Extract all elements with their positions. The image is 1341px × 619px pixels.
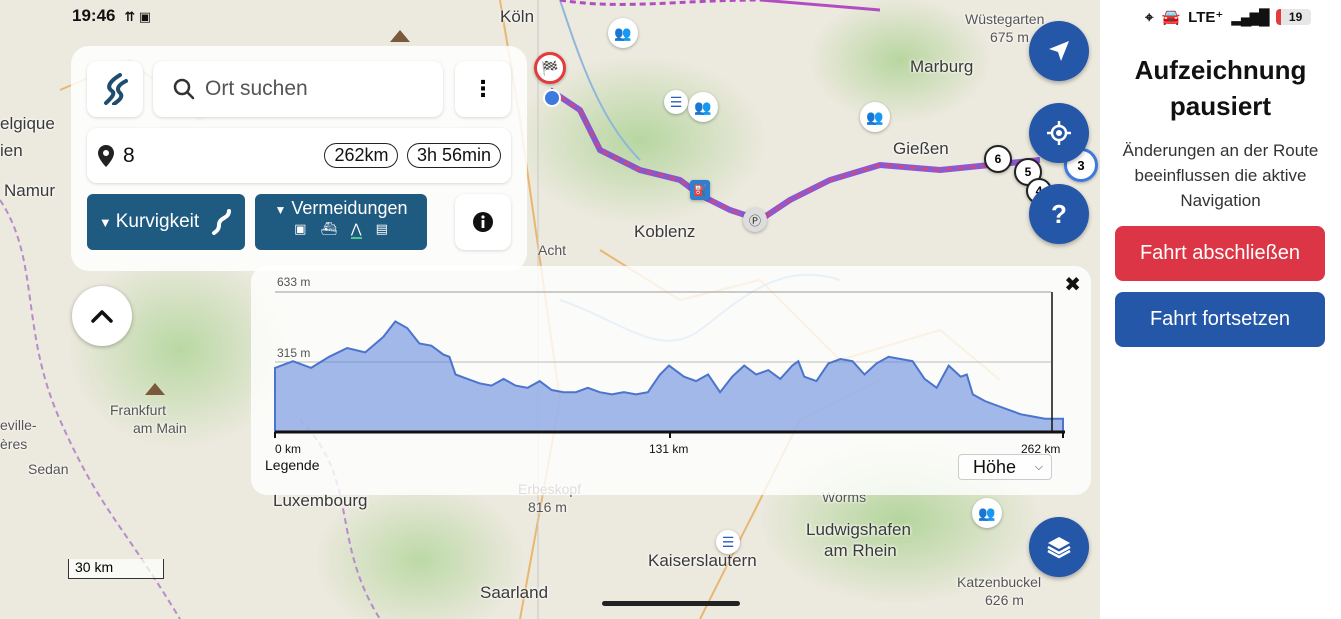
distance-badge: 262km <box>324 143 399 168</box>
elevation-profile-panel: ✖ 633 m 315 m 0 km 131 km 262 km Legende… <box>251 266 1091 495</box>
battery-indicator: 19 <box>1275 9 1311 25</box>
clock: 19:46 <box>72 6 116 25</box>
recording-status-description: Änderungen an der Route beeinflussen die… <box>1122 141 1319 210</box>
map-label: Frankfurt <box>110 402 167 418</box>
map-label: 626 m <box>985 592 1024 608</box>
navigate-button[interactable] <box>1029 21 1089 81</box>
question-icon: ? <box>1051 198 1067 229</box>
map-label: Namur <box>4 181 56 200</box>
poi-group-icon[interactable]: 👥 <box>972 498 1002 528</box>
curviness-label: Kurvigkeit <box>115 211 200 232</box>
location-icon: ⌖ <box>1145 8 1154 26</box>
app-logo-button[interactable] <box>87 61 143 117</box>
map-label: Kaiserslautern <box>648 551 757 570</box>
road-logo-icon <box>104 73 128 105</box>
continue-ride-button[interactable]: Fahrt fortsetzen <box>1115 292 1325 347</box>
route-summary[interactable]: 8 262km 3h 56min <box>87 128 511 183</box>
more-vert-icon: ⋮ <box>472 76 494 101</box>
unpaved-icon: ▤ <box>375 221 388 236</box>
map-label: Saarland <box>480 583 549 602</box>
recording-status-title: Aufzeichnung pausiert <box>1134 55 1307 121</box>
caret-down-icon: ▼ <box>98 214 112 230</box>
network-type: LTE⁺ <box>1188 9 1224 26</box>
help-button[interactable]: ? <box>1029 184 1089 244</box>
map-label: Koblenz <box>634 222 696 241</box>
legend-label[interactable]: Legende <box>265 457 320 473</box>
map-label: Wüstegarten <box>965 11 1045 27</box>
map-label: am Main <box>133 420 187 436</box>
curvy-road-icon <box>212 209 232 235</box>
status-bar-right: ⌖ 🚘 LTE⁺ ▂▄▆█ 19 <box>1145 8 1311 26</box>
map-label: elgique <box>0 114 55 133</box>
collapse-panel-button[interactable] <box>72 286 132 346</box>
home-indicator <box>602 601 740 606</box>
signal-icon: ▂▄▆█ <box>1231 9 1269 26</box>
recording-sidebar: ⌖ 🚘 LTE⁺ ▂▄▆█ 19 Aufzeichnung pausiert Ä… <box>1100 0 1341 619</box>
poi-group-icon[interactable]: 👥 <box>608 18 638 48</box>
avoidances-label: Vermeidungen <box>291 198 408 218</box>
map-label: ères <box>0 436 28 452</box>
map-label: 816 m <box>528 499 567 515</box>
search-placeholder: Ort suchen <box>205 77 308 100</box>
curviness-button[interactable]: ▼ Kurvigkeit <box>87 194 245 250</box>
x-axis-mid-label: 131 km <box>649 442 689 456</box>
search-icon <box>173 78 195 100</box>
notification-icons: ⇈ ▣ <box>124 9 152 24</box>
layers-icon <box>1047 537 1071 559</box>
map-label: Acht <box>538 242 567 258</box>
layers-button[interactable] <box>1029 517 1089 577</box>
chevron-down-icon: ⌵ <box>1034 460 1043 473</box>
location-pin-icon <box>98 144 114 167</box>
map-label: eville- <box>0 417 37 433</box>
caret-down-icon: ▼ <box>274 203 287 217</box>
map-label: Gießen <box>893 139 949 158</box>
map-label: Köln <box>500 7 535 26</box>
ferry-icon: ⛴ <box>320 221 337 236</box>
poi-group-icon[interactable]: 👥 <box>860 102 890 132</box>
waypoint-marker[interactable]: 6 <box>984 145 1012 173</box>
poi-info-icon[interactable]: ☰ <box>716 530 740 554</box>
start-flag-icon[interactable]: 🏁 <box>534 52 566 84</box>
highway-icon: ⋀ <box>350 221 362 239</box>
poi-info-icon[interactable]: ☰ <box>664 90 688 114</box>
current-location-dot <box>543 89 561 107</box>
x-axis-start-label: 0 km <box>275 442 302 456</box>
map-label: Ludwigshafen <box>806 520 911 539</box>
map-label: Katzenbuckel <box>957 574 1042 590</box>
poi-group-icon[interactable]: 👥 <box>688 92 718 122</box>
more-menu-button[interactable]: ⋮ <box>455 61 511 117</box>
parking-icon[interactable]: Ⓟ <box>743 208 767 232</box>
metric-select-value: Höhe <box>973 456 1017 477</box>
route-panel: Ort suchen ⋮ 8 262km 3h 56min ▼ Kurvigke… <box>71 46 527 271</box>
map-label: am Rhein <box>824 541 897 560</box>
crosshair-icon <box>1047 121 1071 145</box>
waypoint-count: 8 <box>123 143 135 167</box>
search-input[interactable]: Ort suchen <box>153 61 443 117</box>
car-icon: 🚘 <box>1161 9 1181 26</box>
service-area-icon[interactable]: ⛽ <box>690 180 710 200</box>
locate-me-button[interactable] <box>1029 103 1089 163</box>
elevation-area <box>274 320 1064 433</box>
finish-ride-button[interactable]: Fahrt abschließen <box>1115 226 1325 281</box>
status-time: 19:46 ⇈ ▣ <box>72 6 151 26</box>
avoidances-button[interactable]: ▼ Vermeidungen ▣ ⛴ ⋀ ▤ <box>255 194 427 250</box>
info-button[interactable] <box>455 194 511 250</box>
info-icon <box>473 212 493 232</box>
duration-badge: 3h 56min <box>406 143 501 168</box>
scale-bar: 30 km <box>68 559 164 579</box>
map-label: Marburg <box>910 57 974 76</box>
toll-icon: ▣ <box>294 221 307 236</box>
chevron-up-icon <box>91 310 113 323</box>
navigation-arrow-icon <box>1049 41 1069 61</box>
map-label: Sedan <box>28 461 69 477</box>
map-label: 675 m <box>990 29 1029 45</box>
map-label: ien <box>0 141 23 160</box>
metric-select[interactable]: Höhe ⌵ <box>958 454 1052 480</box>
